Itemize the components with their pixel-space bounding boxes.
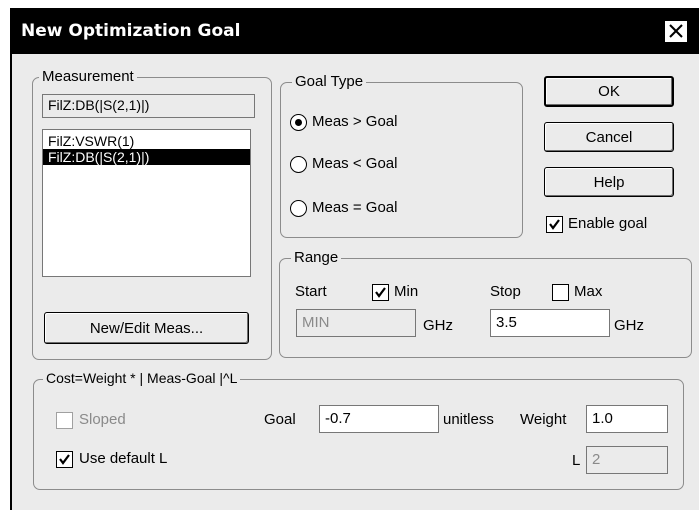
cost-legend: Cost=Weight * | Meas-Goal |^L bbox=[43, 370, 241, 386]
measurement-legend: Measurement bbox=[39, 68, 137, 85]
range-legend: Range bbox=[291, 249, 342, 266]
cancel-button[interactable]: Cancel bbox=[544, 122, 674, 152]
weight-value: 1.0 bbox=[592, 410, 613, 427]
title-bar: New Optimization Goal bbox=[12, 10, 699, 54]
enable-goal-checkbox[interactable] bbox=[546, 216, 563, 233]
l-label: L bbox=[572, 452, 581, 469]
checkmark-icon bbox=[59, 454, 70, 465]
goal-unit: unitless bbox=[443, 411, 494, 428]
goal-type-radio-greater[interactable] bbox=[290, 114, 307, 131]
range-start-unit: GHz bbox=[423, 317, 453, 334]
measurement-list[interactable]: FilZ:VSWR(1) FilZ:DB(|S(2,1)|) bbox=[42, 129, 251, 277]
measurement-list-item-vswr[interactable]: FilZ:VSWR(1) bbox=[43, 133, 250, 149]
sloped-checkbox[interactable] bbox=[56, 412, 73, 429]
range-group bbox=[279, 258, 692, 358]
use-default-l-checkbox[interactable] bbox=[56, 451, 73, 468]
ok-button[interactable]: OK bbox=[544, 76, 674, 107]
weight-label: Weight bbox=[520, 411, 567, 428]
goal-value: -0.7 bbox=[325, 410, 351, 427]
optimization-goal-dialog: New Optimization Goal Measurement FilZ:D… bbox=[10, 8, 699, 510]
goal-label: Goal bbox=[264, 411, 296, 428]
range-min-label: Min bbox=[394, 283, 419, 300]
l-value: 2 bbox=[592, 451, 601, 468]
goal-type-label-equal: Meas = Goal bbox=[312, 199, 398, 216]
goal-type-legend: Goal Type bbox=[292, 73, 367, 90]
range-stop-field[interactable]: 3.5 bbox=[490, 309, 610, 337]
goal-type-label-greater: Meas > Goal bbox=[312, 113, 398, 130]
radio-selected-dot bbox=[295, 119, 302, 126]
range-start-value: MIN bbox=[302, 314, 330, 331]
use-default-l-label: Use default L bbox=[79, 450, 168, 467]
range-stop-label: Stop bbox=[490, 283, 521, 300]
range-max-label: Max bbox=[574, 283, 603, 300]
goal-type-label-less: Meas < Goal bbox=[312, 155, 398, 172]
range-start-label: Start bbox=[295, 283, 327, 300]
goal-type-radio-equal[interactable] bbox=[290, 200, 307, 217]
l-field[interactable]: 2 bbox=[586, 446, 668, 474]
range-min-checkbox[interactable] bbox=[372, 284, 389, 301]
close-button[interactable] bbox=[663, 19, 689, 44]
weight-field[interactable]: 1.0 bbox=[586, 405, 668, 433]
selected-measurement-value: FilZ:DB(|S(2,1)|) bbox=[48, 97, 150, 113]
range-start-field[interactable]: MIN bbox=[296, 309, 416, 337]
range-max-checkbox[interactable] bbox=[552, 284, 569, 301]
selected-measurement-field: FilZ:DB(|S(2,1)|) bbox=[42, 94, 255, 118]
window-title: New Optimization Goal bbox=[21, 21, 241, 41]
goal-type-radio-less[interactable] bbox=[290, 156, 307, 173]
checkmark-icon bbox=[549, 219, 560, 230]
new-edit-meas-button[interactable]: New/Edit Meas... bbox=[44, 312, 249, 344]
sloped-label: Sloped bbox=[79, 411, 126, 428]
checkmark-icon bbox=[375, 287, 386, 298]
goal-field[interactable]: -0.7 bbox=[319, 405, 439, 433]
measurement-list-item-db-s21[interactable]: FilZ:DB(|S(2,1)|) bbox=[43, 149, 250, 165]
range-stop-value: 3.5 bbox=[496, 314, 517, 331]
close-icon bbox=[669, 24, 683, 38]
range-stop-unit: GHz bbox=[614, 317, 644, 334]
enable-goal-label: Enable goal bbox=[568, 215, 648, 232]
help-button[interactable]: Help bbox=[544, 167, 674, 197]
